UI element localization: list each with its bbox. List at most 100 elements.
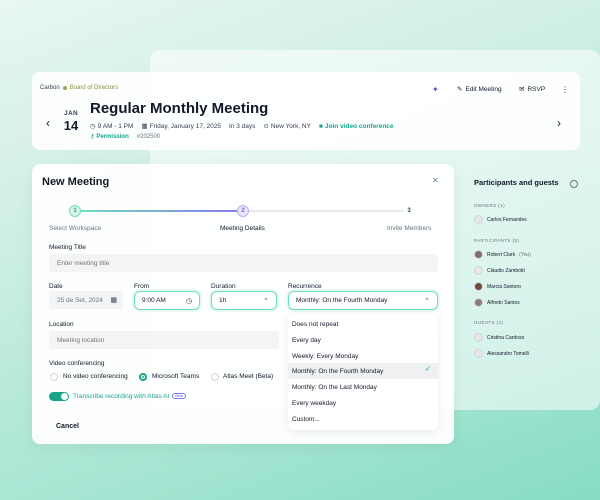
beta-badge: Beta	[172, 393, 187, 400]
transcribe-toggle[interactable]	[49, 392, 69, 401]
avatar	[474, 266, 483, 275]
permission-row: ⚷ Permission #202500	[90, 133, 160, 141]
rsvp-button[interactable]: ✉ RSVP	[519, 85, 546, 94]
rsvp-label: RSVP	[527, 85, 546, 93]
guest-row[interactable]: Cristina Cardoso	[474, 333, 524, 342]
participants-label: PARTICIPANTS (5)	[474, 238, 520, 243]
duration-label: Duration	[211, 283, 236, 290]
video-conferencing-label: Video conferencing	[49, 360, 105, 367]
recurrence-option[interactable]: Custom...	[292, 416, 320, 423]
step-3-label: Invite Members	[387, 225, 432, 232]
participants-panel: Participants and guests	[474, 178, 584, 187]
pencil-icon: ✎	[457, 86, 463, 93]
duration-value: 1h	[219, 297, 227, 304]
date-value: 25 de Set, 2024	[57, 296, 103, 304]
avatar	[474, 349, 483, 358]
avatar	[474, 250, 483, 259]
participant-name: Robert Clark	[487, 251, 516, 258]
clock-icon: ◷	[185, 297, 192, 305]
participant-row[interactable]: Robert Clark (You)	[474, 250, 531, 259]
board-dot-icon	[62, 86, 67, 90]
join-video-link[interactable]: Join video conference	[325, 123, 394, 130]
permission-link[interactable]: Permission	[96, 134, 128, 140]
video-camera-icon: ■	[318, 122, 323, 130]
recurrence-option[interactable]: Does not repeat	[292, 321, 338, 328]
edit-meeting-button[interactable]: ✎ Edit Meeting	[457, 85, 502, 94]
step-3-circle[interactable]: 3	[403, 205, 415, 217]
guest-name: Alessandro Tomelli	[487, 350, 529, 357]
recurrence-option[interactable]: Every day	[292, 337, 321, 344]
cancel-button[interactable]: Cancel	[56, 423, 79, 430]
sparkle-icon[interactable]: ✦	[432, 85, 439, 94]
calendar-icon: ▦	[141, 123, 148, 130]
radio-microsoft-teams[interactable]	[139, 373, 147, 381]
participants-title: Participants and guests	[474, 178, 559, 187]
guest-row[interactable]: Alessandro Tomelli	[474, 349, 529, 358]
participant-name: Cláudio Zambotti	[487, 267, 525, 274]
avatar	[474, 282, 483, 291]
step-progress-line	[81, 210, 237, 212]
avatar	[474, 215, 483, 224]
duration-select[interactable]: 1h ⌃	[211, 291, 277, 310]
location-input[interactable]	[49, 331, 279, 349]
no-video-label[interactable]: No video conferencing	[63, 373, 128, 380]
settings-gear-icon[interactable]	[570, 180, 578, 188]
recurrence-option-selected[interactable]: Monthly: On the Fourth Monday	[292, 368, 383, 375]
guest-name: Cristina Cardoso	[487, 334, 525, 341]
key-icon: ⚷	[90, 134, 95, 140]
participant-row[interactable]: Alfredo Santos	[474, 298, 520, 307]
meeting-title: Regular Monthly Meeting	[90, 100, 269, 117]
recurrence-option[interactable]: Weekly: Every Monday	[292, 353, 358, 360]
owner-row[interactable]: Carlos Fernandes	[474, 215, 527, 224]
step-1-circle[interactable]: 1	[69, 205, 81, 217]
from-value: 9:00 AM	[142, 297, 166, 304]
calendar-icon: ▦	[110, 297, 117, 304]
recurrence-option[interactable]: Every weekday	[292, 400, 336, 407]
recurrence-label: Recurrence	[288, 283, 322, 290]
breadcrumb-org[interactable]: Carbon	[40, 85, 60, 91]
from-time-input[interactable]: 9:00 AM ◷	[134, 291, 200, 310]
breadcrumb-board[interactable]: Board of Directors	[70, 85, 118, 91]
meeting-meta: ◷ 9 AM - 1 PM ▦ Friday, January 17, 2025 I…	[90, 122, 394, 131]
meeting-relative: In 3 days	[229, 122, 256, 130]
recurrence-value: Monthly: On the Fourth Monday	[296, 297, 388, 304]
avatar	[474, 298, 483, 307]
envelope-icon: ✉	[519, 86, 525, 93]
participant-name: Carlos Fernandes	[487, 216, 527, 223]
recurrence-select[interactable]: Monthly: On the Fourth Monday ⌃	[288, 291, 438, 310]
date-label: Date	[49, 283, 63, 290]
step-2-label: Meeting Details	[220, 225, 265, 232]
date-day: 14	[63, 118, 79, 133]
step-remaining-line	[249, 210, 403, 212]
step-2-circle[interactable]: 2	[237, 205, 249, 217]
clock-icon: ◷	[90, 123, 96, 130]
date-input[interactable]: 25 de Set, 2024 ▦	[49, 291, 123, 309]
meeting-title-input[interactable]	[49, 254, 438, 272]
participant-name: Marcia Santoro	[487, 283, 521, 290]
radio-atlas-meet[interactable]	[211, 373, 219, 381]
guests-label: GUESTS (2)	[474, 320, 504, 325]
next-arrow-icon[interactable]: ›	[557, 116, 561, 130]
meeting-time: 9 AM - 1 PM	[97, 122, 134, 130]
microsoft-teams-label[interactable]: Microsoft Teams	[152, 373, 199, 380]
transcribe-label: Transcribe recording with Atlas AI	[73, 393, 170, 400]
radio-no-video[interactable]	[50, 373, 58, 381]
step-1-label: Select Workspace	[49, 225, 102, 232]
participant-row[interactable]: Cláudio Zambotti	[474, 266, 525, 275]
modal-title: New Meeting	[42, 176, 110, 188]
you-tag: (You)	[519, 251, 531, 258]
participant-name: Alfredo Santos	[487, 299, 520, 306]
breadcrumb: Carbon Board of Directors	[40, 85, 118, 91]
location-label: Location	[49, 321, 74, 328]
recurrence-option[interactable]: Monthly: On the Last Monday	[292, 384, 377, 391]
atlas-meet-label[interactable]: Atlas Meet (Beta)	[223, 373, 273, 380]
more-options-icon[interactable]: ⋮	[561, 85, 569, 94]
prev-arrow-icon[interactable]: ‹	[46, 116, 50, 130]
owners-label: OWNERS (1)	[474, 203, 505, 208]
close-icon[interactable]: ✕	[432, 176, 439, 185]
avatar	[474, 333, 483, 342]
participant-row[interactable]: Marcia Santoro	[474, 282, 521, 291]
chevron-up-icon: ⌃	[424, 297, 430, 305]
date-month: JAN	[64, 110, 78, 117]
date-box: JAN 14	[60, 110, 82, 133]
